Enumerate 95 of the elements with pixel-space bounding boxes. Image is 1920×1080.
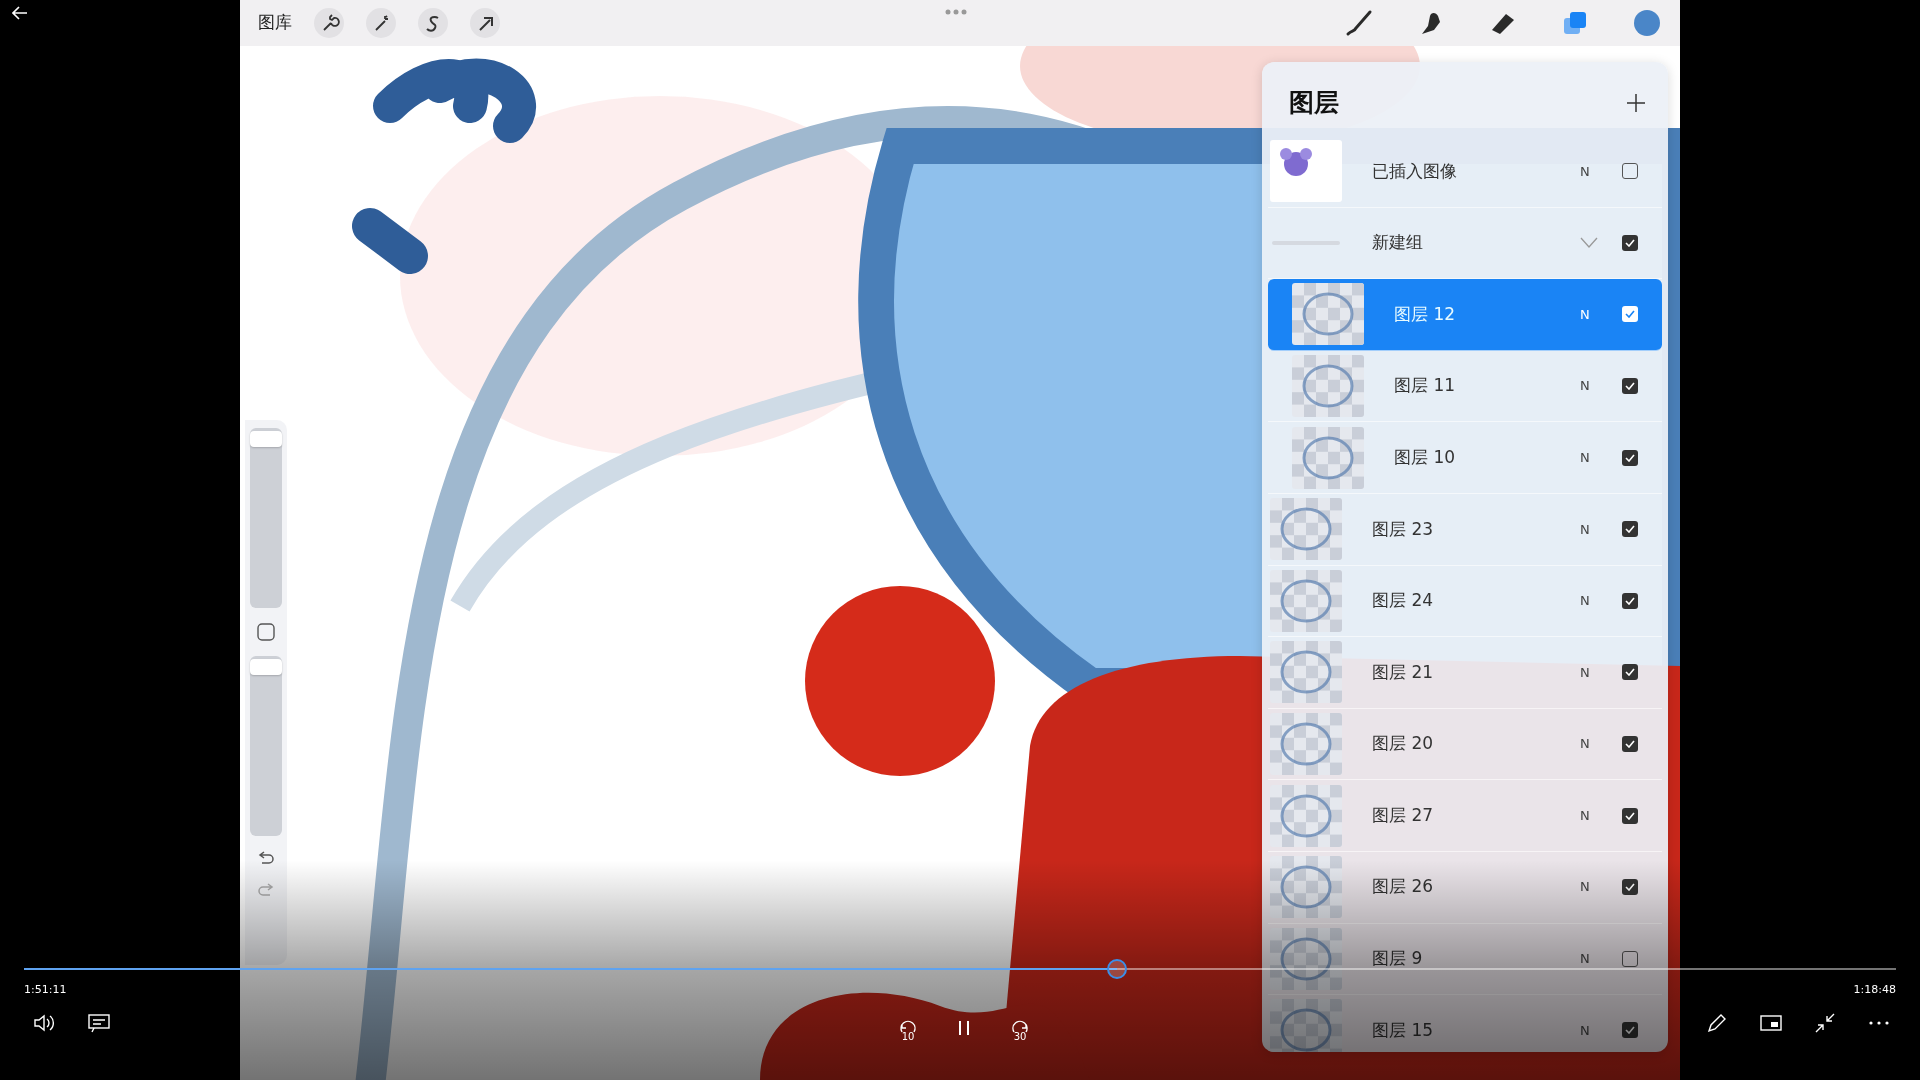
checkmark-icon	[1625, 310, 1635, 319]
layer-row[interactable]: 图层 26 N	[1268, 851, 1662, 924]
visibility-checkbox[interactable]	[1622, 664, 1638, 681]
visibility-checkbox[interactable]	[1622, 521, 1638, 538]
collapse-icon[interactable]	[1814, 1012, 1836, 1034]
layer-row[interactable]: 图层 20 N	[1268, 708, 1662, 781]
layer-thumbnail	[1270, 569, 1342, 632]
blend-mode-label[interactable]: N	[1580, 519, 1600, 539]
layer-row[interactable]: 图层 27 N	[1268, 780, 1662, 852]
image-thumbnail	[1270, 140, 1342, 203]
layer-row[interactable]: 图层 11 N	[1268, 350, 1662, 423]
pause-icon[interactable]	[956, 1019, 972, 1037]
blend-mode-label[interactable]: N	[1580, 161, 1600, 182]
slider-track[interactable]	[250, 656, 282, 836]
back-arrow-icon[interactable]	[12, 6, 28, 20]
blend-mode-label[interactable]: N	[1580, 662, 1600, 683]
layer-name: 图层 24	[1372, 589, 1434, 613]
layer-name: 图层 26	[1372, 875, 1434, 899]
layer-thumbnail	[1292, 355, 1364, 418]
layer-name: 图层 21	[1372, 660, 1434, 684]
visibility-checkbox[interactable]	[1622, 378, 1638, 395]
blend-mode-label[interactable]: N	[1580, 877, 1600, 897]
checkmark-icon	[1625, 453, 1635, 462]
layer-row[interactable]: 图层 21 N	[1268, 637, 1662, 709]
layer-name: 图层 20	[1372, 732, 1434, 756]
layer-name: 图层 15	[1372, 1018, 1434, 1042]
blend-mode-label[interactable]: N	[1580, 447, 1600, 468]
elapsed-time: 1:51:11	[24, 982, 67, 998]
layer-thumbnail	[1270, 927, 1342, 990]
checkmark-icon	[1625, 525, 1635, 534]
checkmark-icon	[1625, 883, 1635, 892]
pencil-icon[interactable]	[1706, 1012, 1728, 1034]
visibility-checkbox[interactable]	[1622, 950, 1638, 967]
blend-mode-label[interactable]: N	[1580, 591, 1600, 611]
selected-layer-row[interactable]: 图层 12 N	[1268, 279, 1662, 351]
visibility-checkbox[interactable]	[1622, 449, 1638, 466]
layer-name: 新建组	[1372, 231, 1423, 255]
volume-icon[interactable]	[32, 1012, 56, 1034]
layer-thumbnail	[1292, 426, 1364, 489]
checkmark-icon	[1625, 1026, 1635, 1035]
layer-thumbnail	[1270, 784, 1342, 847]
visibility-checkbox[interactable]	[1622, 1022, 1638, 1039]
square-button-icon[interactable]	[256, 622, 276, 642]
visibility-checkbox[interactable]	[1622, 306, 1638, 323]
checkmark-icon	[1625, 668, 1635, 677]
layer-thumbnail	[1270, 641, 1342, 704]
layer-thumbnail	[1270, 856, 1342, 919]
blend-mode-label[interactable]: N	[1580, 949, 1600, 969]
checkmark-icon	[1625, 238, 1635, 247]
layer-row[interactable]: 图层 23 N	[1268, 493, 1662, 566]
opacity-slider-thumb[interactable]	[250, 659, 282, 676]
brush-icon[interactable]	[1344, 8, 1374, 38]
skip-forward-button[interactable]: 30	[1004, 1012, 1036, 1044]
blend-mode-label[interactable]: N	[1580, 304, 1600, 325]
blend-mode-label[interactable]: N	[1580, 805, 1600, 826]
blend-mode-label[interactable]: N	[1580, 1020, 1600, 1041]
blend-mode-label[interactable]: N	[1580, 376, 1600, 396]
brush-size-slider-thumb[interactable]	[250, 431, 282, 448]
visibility-checkbox[interactable]	[1622, 807, 1638, 824]
layer-row[interactable]: 图层 24 N	[1268, 565, 1662, 638]
mini-player-icon[interactable]	[1760, 1014, 1782, 1032]
layer-name: 图层 12	[1394, 302, 1456, 326]
layer-thumbnail	[1270, 498, 1342, 561]
layer-row[interactable]: 已插入图像 N	[1268, 136, 1662, 208]
checkmark-icon	[1625, 811, 1635, 820]
skip-back-button[interactable]: 10	[892, 1012, 924, 1044]
checkmark-icon	[1625, 596, 1635, 605]
layer-name: 图层 23	[1372, 517, 1434, 541]
layer-row[interactable]: 图层 15 N	[1268, 995, 1662, 1052]
visibility-checkbox[interactable]	[1622, 592, 1638, 609]
checkmark-icon	[1625, 740, 1635, 749]
checkmark-icon	[1625, 382, 1635, 391]
subtitles-icon[interactable]	[88, 1013, 110, 1033]
layer-thumbnail	[1270, 713, 1342, 776]
layer-row[interactable]: 图层 10 N	[1268, 422, 1662, 494]
slider-track[interactable]	[250, 428, 282, 608]
panel-title: 图层	[1289, 87, 1339, 120]
blend-mode-label[interactable]: N	[1580, 734, 1600, 754]
visibility-checkbox[interactable]	[1622, 879, 1638, 896]
layer-name: 图层 9	[1372, 947, 1423, 971]
gallery-link[interactable]: 图库	[258, 10, 292, 36]
visibility-checkbox[interactable]	[1622, 736, 1638, 753]
visibility-checkbox[interactable]	[1622, 163, 1638, 180]
more-icon[interactable]	[1868, 1020, 1890, 1026]
total-time: 1:18:48	[1853, 982, 1896, 998]
layer-name: 图层 11	[1394, 374, 1456, 398]
layer-row[interactable]: 图层 9 N	[1268, 923, 1662, 996]
seek-handle[interactable]	[1107, 959, 1128, 979]
layer-name: 图层 27	[1372, 803, 1434, 827]
color-swatch[interactable]	[1632, 8, 1662, 38]
layer-name: 图层 10	[1394, 445, 1456, 469]
plus-icon[interactable]	[1626, 93, 1646, 113]
layer-name: 已插入图像	[1372, 159, 1457, 183]
visibility-checkbox[interactable]	[1622, 234, 1638, 251]
layer-thumbnail	[1292, 283, 1364, 346]
